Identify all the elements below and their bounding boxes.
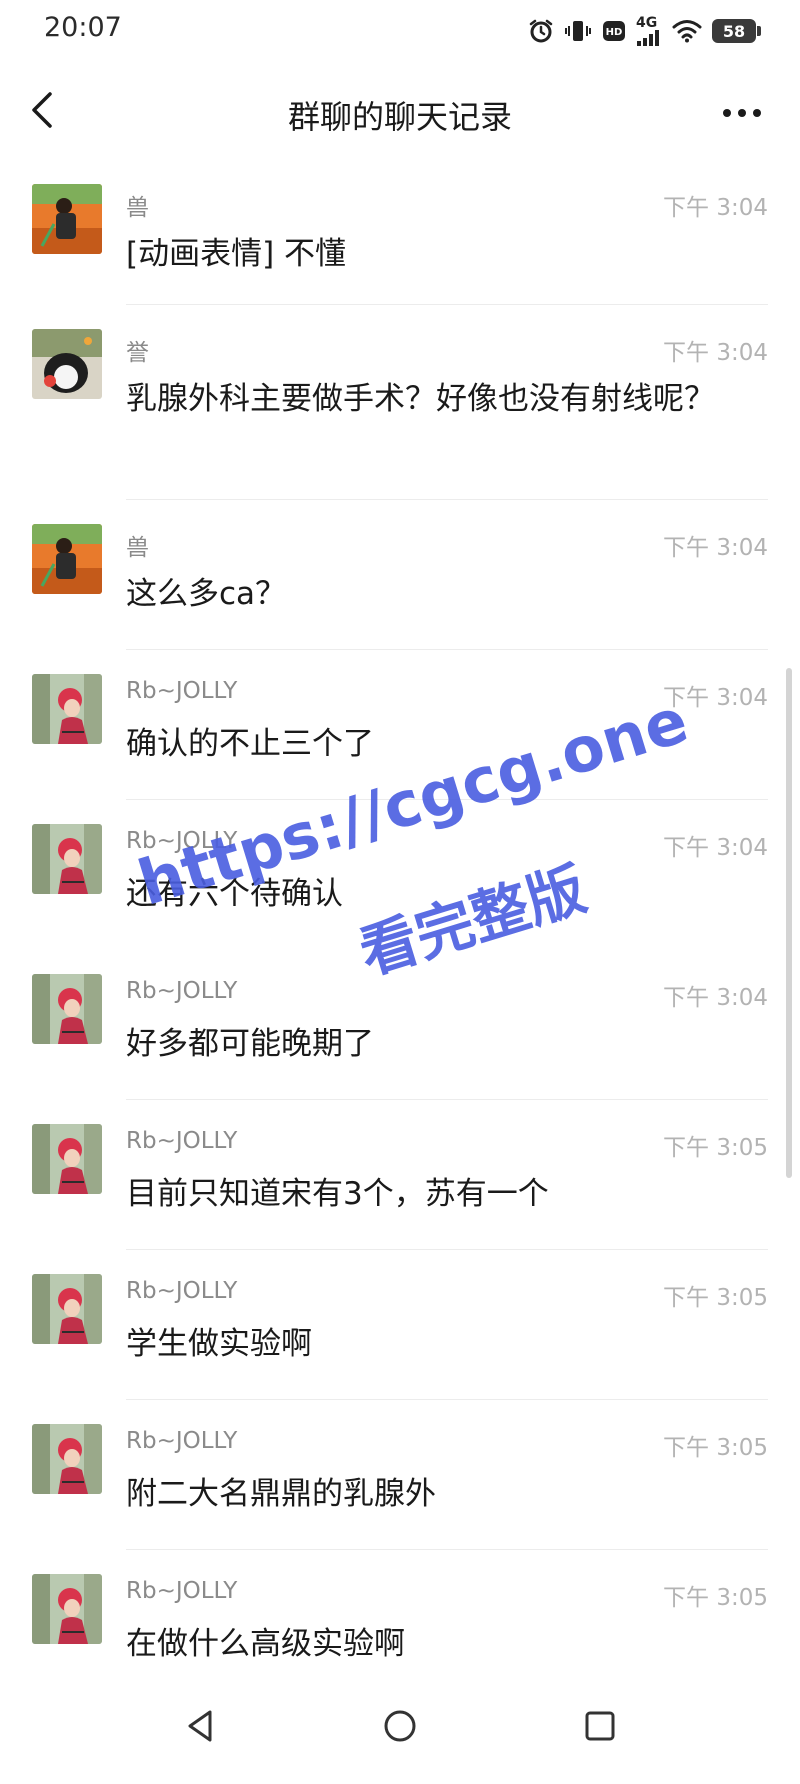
avatar[interactable] — [32, 974, 102, 1044]
circle-home-icon — [382, 1708, 418, 1748]
sender-name: Rb~JOLLY — [126, 978, 238, 1004]
square-recents-icon — [583, 1709, 617, 1747]
avatar[interactable] — [32, 1274, 102, 1344]
hd-icon: HD — [602, 19, 626, 43]
message-time: 下午 3:04 — [663, 835, 768, 861]
avatar[interactable] — [32, 184, 102, 254]
message-item[interactable]: Rb~JOLLY 下午 3:04 好多都可能晚期了 — [0, 950, 800, 1100]
message-text: [动画表情] 不懂 — [126, 236, 347, 272]
avatar[interactable] — [32, 1424, 102, 1494]
system-home-button[interactable] — [370, 1700, 430, 1756]
hd-label: HD — [606, 27, 623, 38]
message-text: 这么多ca？ — [126, 576, 287, 612]
more-dots-icon — [722, 103, 762, 122]
message-item[interactable]: Rb~JOLLY 下午 3:05 在做什么高级实验啊 — [0, 1550, 800, 1670]
status-time: 20:07 — [44, 12, 122, 43]
avatar[interactable] — [32, 524, 102, 594]
message-item[interactable]: 兽 下午 3:04 [动画表情] 不懂 — [0, 160, 800, 305]
wifi-icon — [672, 19, 702, 43]
message-text: 好多都可能晚期了 — [126, 1026, 374, 1062]
message-text: 在做什么高级实验啊 — [126, 1626, 405, 1662]
status-icons: HD 4G 58 — [528, 14, 761, 48]
message-text: 确认的不止三个了 — [126, 726, 374, 762]
sender-name: 兽 — [126, 195, 149, 221]
network-type-label: 4G — [636, 15, 658, 31]
system-back-button[interactable] — [170, 1700, 230, 1756]
nav-bar: 群聊的聊天记录 — [0, 64, 800, 160]
message-list[interactable]: 兽 下午 3:04 [动画表情] 不懂 誉 下午 3:04 乳腺外科主要做手术？… — [0, 160, 800, 1670]
avatar[interactable] — [32, 1124, 102, 1194]
message-time: 下午 3:05 — [663, 1285, 768, 1311]
more-button[interactable] — [714, 94, 770, 130]
system-nav-bar — [0, 1670, 800, 1784]
sender-name: Rb~JOLLY — [126, 678, 238, 704]
message-item[interactable]: Rb~JOLLY 下午 3:04 确认的不止三个了 — [0, 650, 800, 800]
message-time: 下午 3:04 — [663, 685, 768, 711]
avatar[interactable] — [32, 1574, 102, 1644]
alarm-icon — [528, 18, 554, 44]
vibrate-icon — [564, 18, 592, 44]
message-text: 目前只知道宋有3个，苏有一个 — [126, 1176, 549, 1212]
message-time: 下午 3:05 — [663, 1435, 768, 1461]
sender-name: Rb~JOLLY — [126, 1578, 238, 1604]
system-recents-button[interactable] — [570, 1700, 630, 1756]
message-time: 下午 3:05 — [663, 1135, 768, 1161]
message-time: 下午 3:04 — [663, 985, 768, 1011]
message-item[interactable]: Rb~JOLLY 下午 3:05 附二大名鼎鼎的乳腺外 — [0, 1400, 800, 1550]
message-time: 下午 3:04 — [663, 340, 768, 366]
cellular-signal-icon: 4G — [636, 16, 662, 46]
sender-name: 兽 — [126, 535, 149, 561]
status-bar: 20:07 HD 4G 58 — [0, 0, 800, 64]
message-item[interactable]: 兽 下午 3:04 这么多ca？ — [0, 500, 800, 650]
page-title: 群聊的聊天记录 — [287, 98, 512, 136]
sender-name: Rb~JOLLY — [126, 1278, 238, 1304]
message-item[interactable]: Rb~JOLLY 下午 3:05 学生做实验啊 — [0, 1250, 800, 1400]
triangle-back-icon — [184, 1708, 216, 1748]
message-time: 下午 3:05 — [663, 1585, 768, 1611]
message-time: 下午 3:04 — [663, 195, 768, 221]
battery-icon: 58 — [712, 19, 761, 43]
message-item[interactable]: Rb~JOLLY 下午 3:04 还有六个待确认 — [0, 800, 800, 950]
sender-name: Rb~JOLLY — [126, 828, 238, 854]
message-text: 还有六个待确认 — [126, 876, 343, 912]
message-text: 附二大名鼎鼎的乳腺外 — [126, 1476, 436, 1512]
sender-name: 誉 — [126, 340, 149, 366]
message-item[interactable]: 誉 下午 3:04 乳腺外科主要做手术？好像也没有射线呢？ — [0, 305, 800, 500]
sender-name: Rb~JOLLY — [126, 1128, 238, 1154]
avatar[interactable] — [32, 329, 102, 399]
avatar[interactable] — [32, 824, 102, 894]
message-time: 下午 3:04 — [663, 535, 768, 561]
scrollbar[interactable] — [786, 668, 792, 1178]
message-item[interactable]: Rb~JOLLY 下午 3:05 目前只知道宋有3个，苏有一个 — [0, 1100, 800, 1250]
message-text: 乳腺外科主要做手术？好像也没有射线呢？ — [126, 381, 715, 417]
sender-name: Rb~JOLLY — [126, 1428, 238, 1454]
avatar[interactable] — [32, 674, 102, 744]
message-text: 学生做实验啊 — [126, 1326, 312, 1362]
